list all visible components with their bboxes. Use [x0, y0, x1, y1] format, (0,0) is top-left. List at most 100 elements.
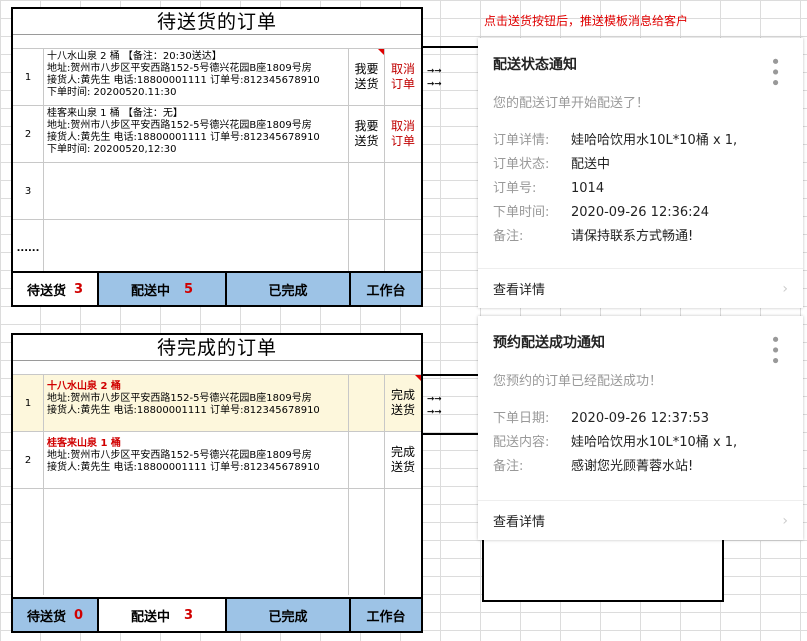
order-row: 2 桂客来山泉 1 桶 地址:贺州市八步区平安西路152-5号德兴花园B座180… [13, 432, 421, 489]
comment-marker-icon [378, 49, 384, 55]
order-row: 2 桂客来山泉 1 桶 【备注：无】 地址:贺州市八步区平安西路152-5号德兴… [13, 106, 421, 163]
pending-orders-panel: 待送货的订单 1 十八水山泉 2 桶 【备注：20:30送达】 地址:贺州市八步… [11, 7, 423, 307]
order-time: 下单时间: 20200520,12:30 [47, 144, 177, 155]
field-value: 2020-09-26 12:37:53 [571, 411, 710, 426]
card-subtitle: 您预约的订单已经配送成功！ [493, 374, 663, 389]
field-row: 备注: 感谢您光顾菁蓉水站! [493, 455, 788, 479]
field-value: 请保持联系方式畅通! [571, 229, 694, 244]
order-info [44, 220, 349, 277]
more-vertical-icon[interactable]: ••• [764, 56, 785, 88]
tab-label: 配送中 [130, 609, 170, 625]
complete-delivery-button[interactable]: 完成送货 [385, 432, 421, 488]
deliver-label: 我要送货 [354, 119, 379, 148]
spacer [13, 35, 421, 49]
card-header: 预约配送成功通知 ••• [478, 316, 803, 366]
field-row: 配送内容: 娃哈哈饮用水10L*10桶 x 1, [493, 431, 788, 455]
cancel-label: 取消订单 [390, 62, 415, 91]
tab-pending[interactable]: 待送货 3 [13, 273, 99, 305]
order-info [44, 163, 349, 219]
order-address: 地址:贺州市八步区平安西路152-5号德兴花园B座1809号房 [47, 120, 312, 131]
row-index: 3 [13, 163, 44, 219]
tab-label: 配送中 [130, 283, 170, 299]
complete-orders-panel: 待完成的订单 1 十八水山泉 2 桶 地址:贺州市八步区平安西路152-5号德兴… [11, 333, 423, 633]
order-product: 十八水山泉 2 桶 【备注：20:30送达】 [47, 51, 222, 62]
card-title: 配送状态通知 [493, 57, 577, 73]
chevron-right-icon: › [782, 512, 788, 529]
frame-line [421, 433, 481, 435]
field-value: 感谢您光顾菁蓉水站! [571, 459, 694, 474]
tab-pending[interactable]: 待送货 0 [13, 599, 99, 631]
empty-cell [349, 220, 385, 277]
field-key: 订单详情: [493, 133, 550, 148]
view-details-link[interactable]: 查看详情 › [478, 500, 803, 540]
order-row: 1 十八水山泉 2 桶 【备注：20:30送达】 地址:贺州市八步区平安西路15… [13, 49, 421, 106]
tab-count: 5 [183, 281, 194, 297]
order-info: 十八水山泉 2 桶 【备注：20:30送达】 地址:贺州市八步区平安西路152-… [44, 49, 349, 105]
row-index [13, 489, 44, 595]
order-contact: 接货人:黄先生 电话:18800001111 订单号:812345678910 [47, 405, 320, 416]
tab-workbench[interactable]: 工作台 [351, 599, 421, 631]
complete-label: 完成送货 [390, 445, 415, 474]
tab-label: 工作台 [366, 283, 406, 299]
order-address: 地址:贺州市八步区平安西路152-5号德兴花园B座1809号房 [47, 393, 312, 404]
empty-cell [385, 163, 421, 219]
card-title: 预约配送成功通知 [493, 335, 605, 351]
field-row: 备注: 请保持联系方式畅通! [493, 225, 788, 249]
tab-delivering[interactable]: 配送中 3 [99, 599, 227, 631]
order-product: 十八水山泉 2 桶 [47, 381, 121, 392]
tab-count: 3 [73, 281, 84, 297]
tab-bar: 待送货 3 配送中 5 已完成 工作台 [13, 271, 421, 305]
order-contact: 接货人:黄先生 电话:18800001111 订单号:812345678910 [47, 75, 320, 86]
tab-workbench[interactable]: 工作台 [351, 273, 421, 305]
field-key: 下单日期: [493, 411, 550, 426]
order-address: 地址:贺州市八步区平安西路152-5号德兴花园B座1809号房 [47, 63, 312, 74]
pending-panel-title: 待送货的订单 [13, 9, 421, 35]
complete-panel-title: 待完成的订单 [13, 335, 421, 361]
row-index: 1 [13, 49, 44, 105]
tab-label: 待送货 [26, 283, 66, 299]
chevron-right-icon: › [782, 280, 788, 297]
order-time: 下单时间: 20200520.11:30 [47, 87, 177, 98]
card-header: 配送状态通知 ••• [478, 38, 803, 88]
order-info: 桂客来山泉 1 桶 地址:贺州市八步区平安西路152-5号德兴花园B座1809号… [44, 432, 349, 488]
view-details-label: 查看详情 [493, 515, 546, 530]
frame-line [421, 46, 481, 48]
annotation-note: 点击送货按钮后，推送模板消息给客户 [484, 14, 689, 28]
cancel-order-button[interactable]: 取消订单 [385, 49, 421, 105]
tab-completed[interactable]: 已完成 [227, 599, 351, 631]
complete-delivery-button[interactable]: 完成送货 [385, 375, 421, 431]
card-fields: 订单详情: 娃哈哈饮用水10L*10桶 x 1, 订单状态: 配送中 订单号: 101… [478, 111, 803, 249]
order-contact: 接货人:黄先生 电话:18800001111 订单号:812345678910 [47, 462, 320, 473]
field-key: 订单状态: [493, 157, 550, 172]
appointment-success-card: 预约配送成功通知 ••• 您预约的订单已经配送成功！ 下单日期: 2020-09-… [478, 316, 803, 540]
field-value: 2020-09-26 12:36:24 [571, 205, 710, 220]
empty-cell [349, 375, 385, 431]
tab-count: 0 [73, 607, 84, 623]
empty-cell [349, 489, 385, 595]
field-row: 订单详情: 娃哈哈饮用水10L*10桶 x 1, [493, 129, 788, 153]
tab-completed[interactable]: 已完成 [227, 273, 351, 305]
row-index: 2 [13, 106, 44, 162]
empty-cell [349, 432, 385, 488]
field-row: 下单时间: 2020-09-26 12:36:24 [493, 201, 788, 225]
view-details-link[interactable]: 查看详情 › [478, 268, 803, 308]
field-key: 备注: [493, 229, 524, 244]
row-ellipsis: ...... [13, 220, 44, 277]
row-index: 2 [13, 432, 44, 488]
tab-bar: 待送货 0 配送中 3 已完成 工作台 [13, 597, 421, 631]
order-info [44, 489, 349, 595]
field-row: 订单状态: 配送中 [493, 153, 788, 177]
deliver-button[interactable]: 我要送货 [349, 49, 385, 105]
cancel-order-button[interactable]: 取消订单 [385, 106, 421, 162]
deliver-button[interactable]: 我要送货 [349, 106, 385, 162]
tab-label: 工作台 [366, 609, 406, 625]
cancel-label: 取消订单 [390, 119, 415, 148]
blank-frame [482, 540, 724, 602]
tab-delivering[interactable]: 配送中 5 [99, 273, 227, 305]
field-key: 订单号: [493, 181, 537, 196]
field-value: 娃哈哈饮用水10L*10桶 x 1, [571, 133, 738, 148]
row-index: 1 [13, 375, 44, 431]
more-vertical-icon[interactable]: ••• [764, 334, 785, 366]
field-row: 订单号: 1014 [493, 177, 788, 201]
delivery-status-card: 配送状态通知 ••• 您的配送订单开始配送了！ 订单详情: 娃哈哈饮用水10L*1… [478, 38, 803, 308]
